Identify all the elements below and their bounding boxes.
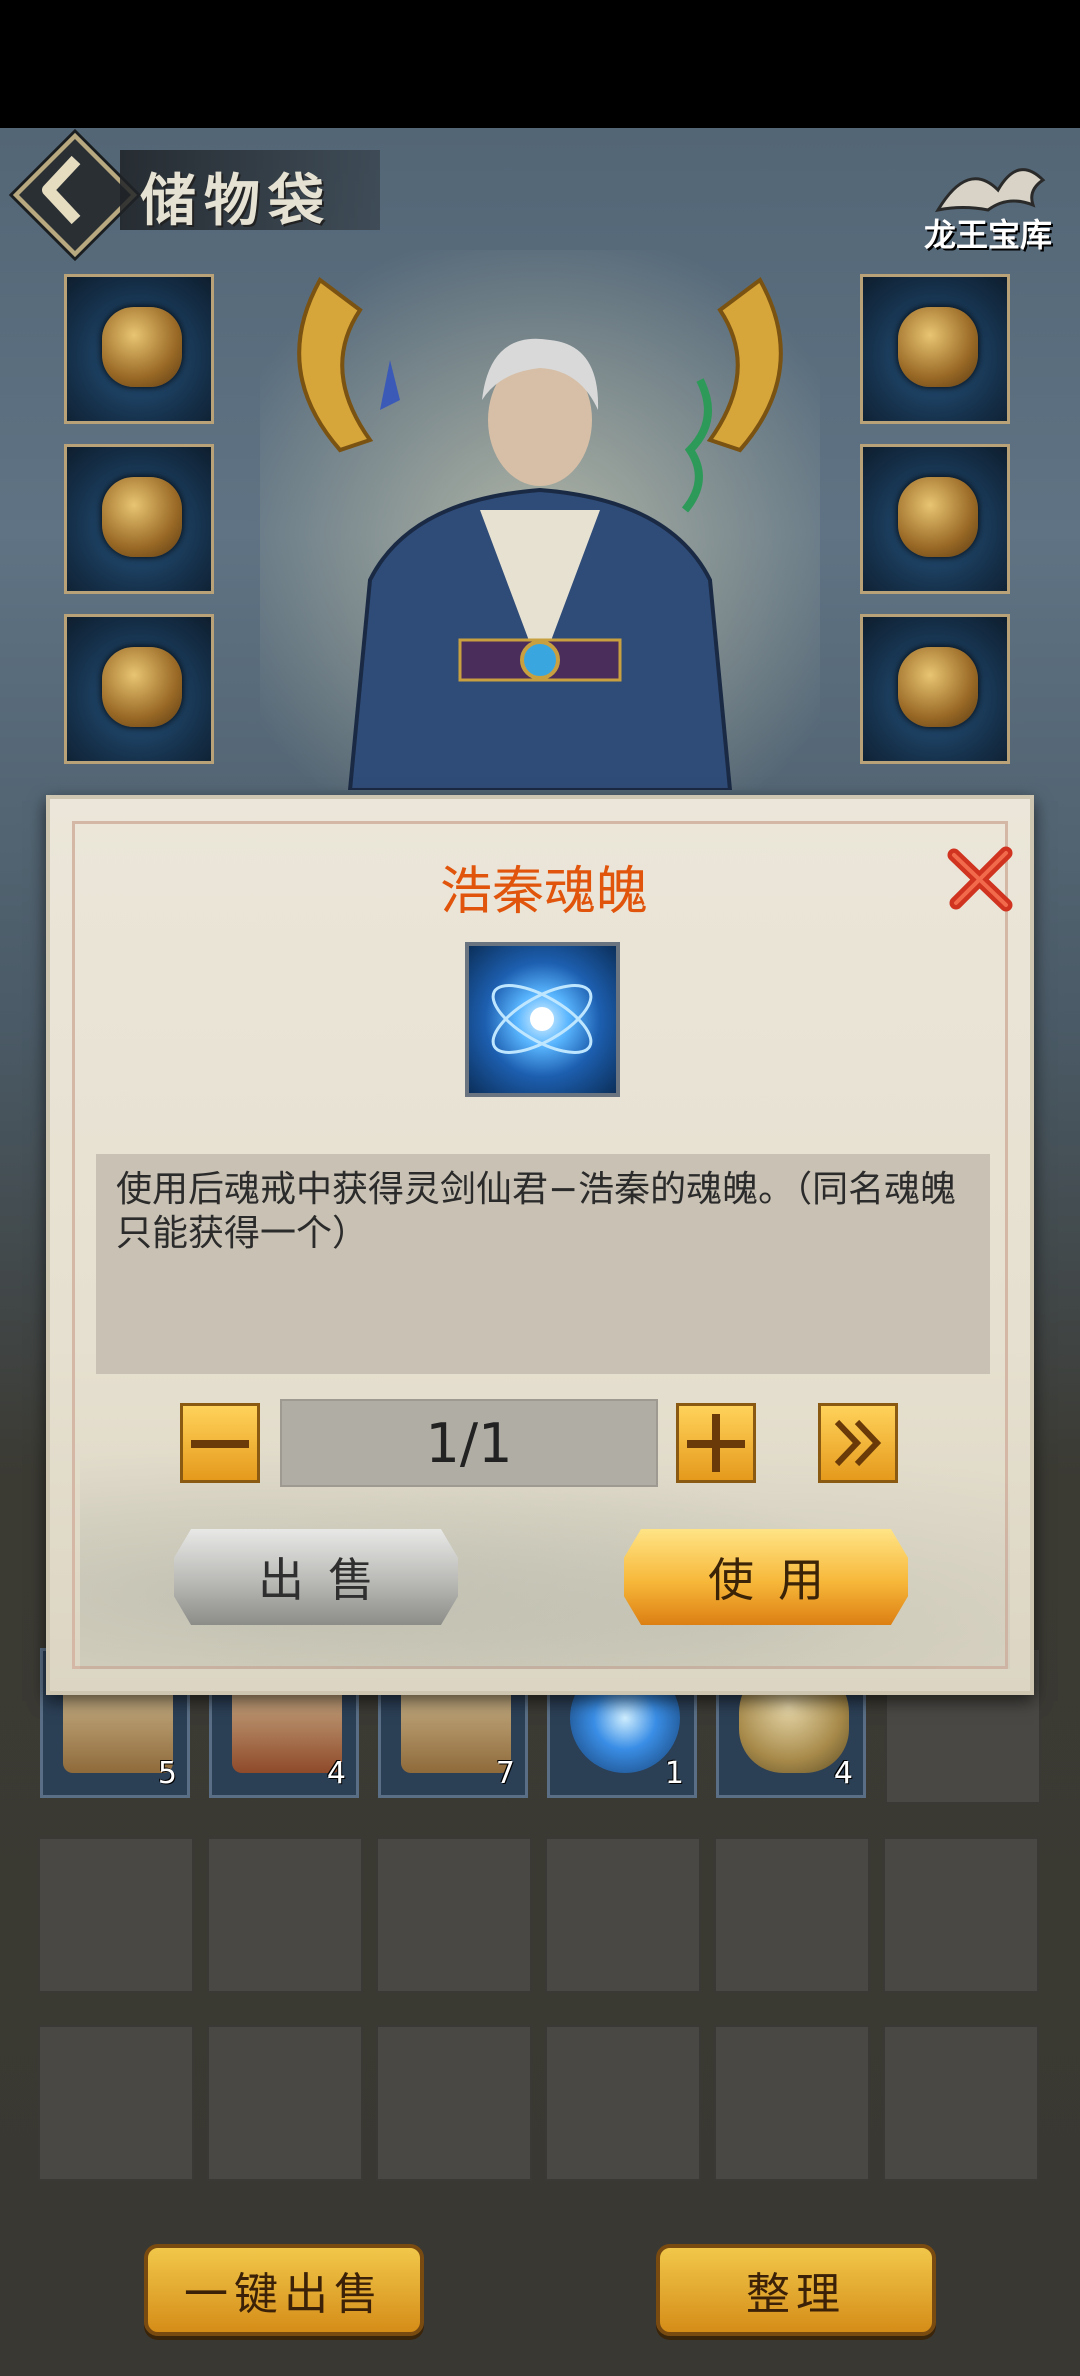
item-count: 1	[664, 1756, 684, 1791]
bag-slot-empty[interactable]	[38, 2025, 194, 2181]
axe-icon	[102, 307, 182, 387]
sell-all-label: 一键出售	[184, 2269, 384, 2320]
item-count: 4	[833, 1756, 853, 1791]
equip-slot-helmet[interactable]	[64, 444, 214, 594]
minus-icon	[191, 1440, 249, 1448]
bag-slot-empty[interactable]	[883, 2025, 1039, 2181]
equip-slot-weapon[interactable]	[64, 274, 214, 424]
double-chevron-right-icon	[834, 1419, 882, 1467]
item-detail-dialog: 浩秦魂魄 使用后魂戒中获得灵剑仙君−浩秦的魂魄。（同名魂魄只能获得一个） 1/1	[46, 795, 1034, 1695]
bag-slot-empty[interactable]	[883, 1837, 1039, 1993]
item-count: 4	[326, 1756, 346, 1791]
bag-slot-empty[interactable]	[714, 2025, 870, 2181]
bag-slot-empty[interactable]	[545, 2025, 701, 2181]
soul-orb-icon	[465, 942, 620, 1097]
bag-slot-empty[interactable]	[545, 1837, 701, 1993]
logo-text: 龙王宝库	[923, 216, 1052, 254]
item-description: 使用后魂戒中获得灵剑仙君−浩秦的魂魄。（同名魂魄只能获得一个）	[116, 1169, 957, 1254]
increase-quantity-button[interactable]	[676, 1403, 756, 1483]
bag-slot-empty[interactable]	[714, 1837, 870, 1993]
ring-icon	[898, 307, 978, 387]
sell-all-button[interactable]: 一键出售	[144, 2244, 424, 2336]
item-count: 5	[157, 1756, 177, 1791]
item-count: 7	[495, 1756, 515, 1791]
back-arrow-icon	[42, 155, 81, 225]
sell-label: 出售	[258, 1553, 398, 1607]
sort-label: 整理	[746, 2269, 846, 2320]
decrease-quantity-button[interactable]	[180, 1403, 260, 1483]
amulet-icon	[898, 477, 978, 557]
status-bar	[0, 0, 1080, 128]
plus-icon	[687, 1414, 745, 1472]
bag-slot-empty[interactable]	[376, 2025, 532, 2181]
equip-slot-armor[interactable]	[64, 614, 214, 764]
quantity-field[interactable]: 1/1	[280, 1399, 658, 1487]
item-description-box: 使用后魂戒中获得灵剑仙君−浩秦的魂魄。（同名魂魄只能获得一个）	[96, 1154, 990, 1374]
bag-slot-empty[interactable]	[207, 2025, 363, 2181]
bag-slot-empty[interactable]	[207, 1837, 363, 1993]
use-button[interactable]: 使用	[624, 1529, 908, 1625]
bag-slot-empty[interactable]	[376, 1837, 532, 1993]
page-title: 储物袋	[140, 168, 332, 234]
dialog-title: 浩秦魂魄	[439, 862, 648, 922]
close-icon[interactable]	[940, 839, 1020, 919]
armor-icon	[102, 647, 182, 727]
game-screen: 储物袋 龙王宝库 5 4 7 1 4 一键出售 整理 浩秦魂魄 使用后魂戒中获得…	[0, 0, 1080, 2376]
equip-slot-ring[interactable]	[860, 274, 1010, 424]
max-quantity-button[interactable]	[818, 1403, 898, 1483]
sell-button[interactable]: 出售	[174, 1529, 458, 1625]
helmet-icon	[102, 477, 182, 557]
bracelet-icon	[898, 647, 978, 727]
use-label: 使用	[708, 1553, 848, 1607]
equip-slot-amulet[interactable]	[860, 444, 1010, 594]
bag-slot-empty[interactable]	[38, 1837, 194, 1993]
equip-slot-bracelet[interactable]	[860, 614, 1010, 764]
character-portrait	[260, 250, 820, 790]
sort-button[interactable]: 整理	[656, 2244, 936, 2336]
